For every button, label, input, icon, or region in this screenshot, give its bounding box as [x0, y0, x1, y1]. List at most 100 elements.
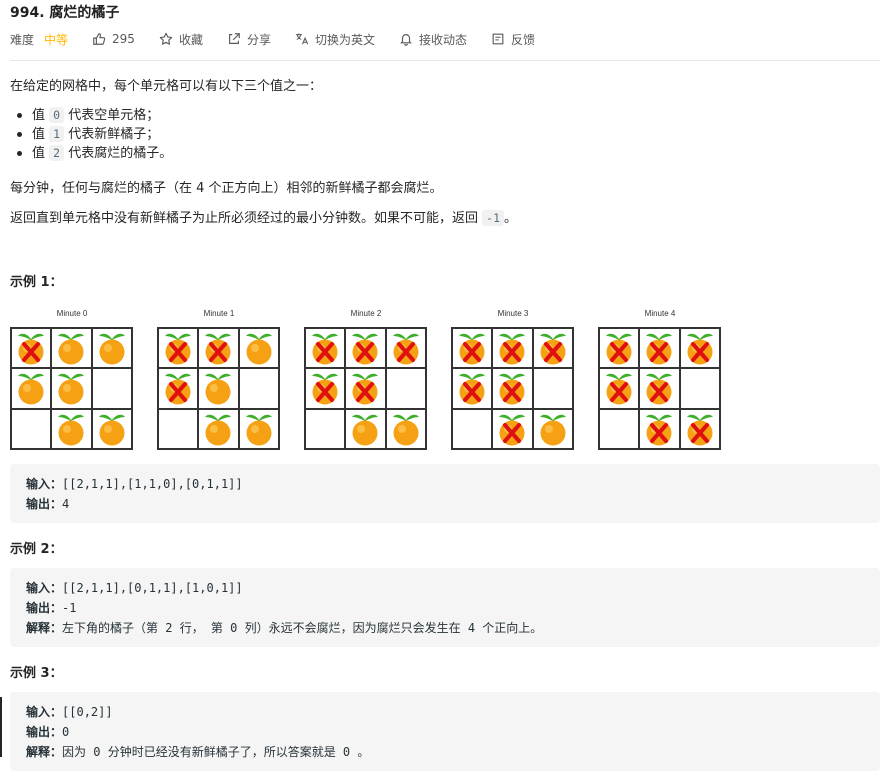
rotten-orange-icon: [499, 374, 526, 405]
rotten-orange-icon: [165, 374, 192, 405]
grid-cell: [492, 328, 533, 369]
problem-title: 994. 腐烂的橘子: [10, 5, 120, 21]
grid-cell: [51, 328, 92, 369]
grid-cell: [91, 328, 132, 369]
grid-cell: [345, 408, 386, 449]
grid-cell: [198, 328, 239, 369]
rotten-orange-icon: [392, 333, 419, 365]
grid-cell: [492, 368, 533, 409]
feedback-button[interactable]: 反馈: [491, 31, 535, 48]
grid-cell: [11, 328, 52, 369]
rotten-orange-icon: [205, 333, 232, 365]
grid-cell: [198, 368, 239, 409]
translate-icon: [295, 33, 309, 45]
list-item: 值 0 代表空单元格；: [16, 106, 172, 125]
grid-caption: Minute 0: [56, 309, 88, 318]
thumbs-up-icon: [93, 33, 106, 45]
fresh-orange-icon: [58, 414, 85, 446]
fresh-orange-icon: [58, 333, 85, 365]
grid-cell: [305, 328, 346, 369]
fresh-orange-icon: [98, 333, 125, 365]
list-item: 值 1 代表新鲜橘子；: [16, 125, 172, 144]
rotten-orange-icon: [646, 374, 673, 405]
divider: [10, 60, 880, 61]
grid-cell: [158, 368, 199, 409]
rotten-orange-icon: [539, 333, 566, 365]
example-2-code: 输入：[[2,1,1],[0,1,1],[1,0,1]] 输出：-1 解释：左下…: [10, 568, 880, 647]
translate-label: 切换为英文: [314, 32, 375, 47]
rotten-orange-icon: [18, 333, 45, 365]
subscribe-label: 接收动态: [418, 32, 467, 47]
grid-cell: [238, 368, 279, 409]
grid-cell: [91, 408, 132, 449]
rotten-orange-icon: [646, 414, 673, 446]
rotting-oranges-diagram: Minute 0 Minute 1 Minute 2 Minute 3 Minute 4: [0, 305, 885, 455]
rotten-orange-icon: [646, 333, 673, 365]
grid-cell: [532, 408, 573, 449]
grid-cell: [599, 368, 640, 409]
minute-grid: Minute 2: [304, 305, 428, 450]
grid-cell: [345, 328, 386, 369]
list-item: 值 2 代表腐烂的橘子。: [16, 145, 173, 161]
grid-cell: [452, 408, 493, 449]
favorite-button[interactable]: 收藏: [159, 31, 203, 48]
rotten-orange-icon: [499, 333, 526, 365]
grid-cell: [345, 368, 386, 409]
orange-grid: [304, 327, 427, 450]
intro-text: 在给定的网格中，每个单元格可以有以下三个值之一：: [10, 79, 323, 94]
fresh-orange-icon: [392, 414, 419, 446]
rotten-orange-icon: [459, 374, 486, 405]
grid-cell: [532, 328, 573, 369]
grid-cell: [452, 328, 493, 369]
grid-cell: [198, 408, 239, 449]
scroll-indicator: [0, 697, 2, 757]
grid-cell: [11, 408, 52, 449]
grid-cell: [532, 368, 573, 409]
share-icon: [229, 33, 240, 44]
subscribe-button[interactable]: 接收动态: [399, 31, 467, 48]
grid-cell: [158, 328, 199, 369]
grid-cell: [385, 328, 426, 369]
minute-grid: Minute 0: [10, 305, 134, 450]
orange-grid: [451, 327, 574, 450]
grid-cell: [51, 408, 92, 449]
grid-cell: [91, 368, 132, 409]
grid-cell: [305, 408, 346, 449]
share-button[interactable]: 分享: [227, 31, 271, 48]
problem-meta-bar: 难度 中等 295 收藏 分享 切换为英文 接收动态 反馈: [10, 30, 559, 48]
rotten-orange-icon: [352, 374, 379, 405]
grid-cell: [11, 368, 52, 409]
grid-cell: [492, 408, 533, 449]
fresh-orange-icon: [205, 414, 232, 446]
grid-cell: [385, 408, 426, 449]
rotten-orange-icon: [606, 333, 633, 365]
translate-button[interactable]: 切换为英文: [295, 31, 375, 48]
like-count: 295: [112, 32, 135, 46]
fresh-orange-icon: [18, 374, 45, 405]
grid-cell: [305, 368, 346, 409]
rotten-orange-icon: [606, 374, 633, 405]
grid-cell: [238, 408, 279, 449]
bell-icon: [400, 34, 412, 46]
grid-cell: [679, 408, 720, 449]
grid-cell: [679, 368, 720, 409]
star-icon: [159, 32, 173, 45]
orange-grid: [10, 327, 133, 450]
grid-caption: Minute 3: [497, 309, 529, 318]
fresh-orange-icon: [205, 374, 232, 405]
rotten-orange-icon: [165, 333, 192, 365]
rotten-orange-icon: [312, 333, 339, 365]
fresh-orange-icon: [98, 414, 125, 446]
grid-caption: Minute 2: [350, 309, 382, 318]
grid-cell: [679, 328, 720, 369]
rotten-orange-icon: [499, 414, 526, 446]
example-2-heading: 示例 2：: [10, 542, 63, 557]
minute-grid: Minute 1: [157, 305, 281, 450]
example-1-code: 输入：[[2,1,1],[1,1,0],[0,1,1]] 输出：4: [10, 464, 880, 523]
example-3-heading: 示例 3：: [10, 666, 63, 681]
like-button[interactable]: 295: [92, 32, 135, 46]
grid-cell: [51, 368, 92, 409]
grid-cell: [599, 408, 640, 449]
grid-cell: [599, 328, 640, 369]
orange-grid: [157, 327, 280, 450]
